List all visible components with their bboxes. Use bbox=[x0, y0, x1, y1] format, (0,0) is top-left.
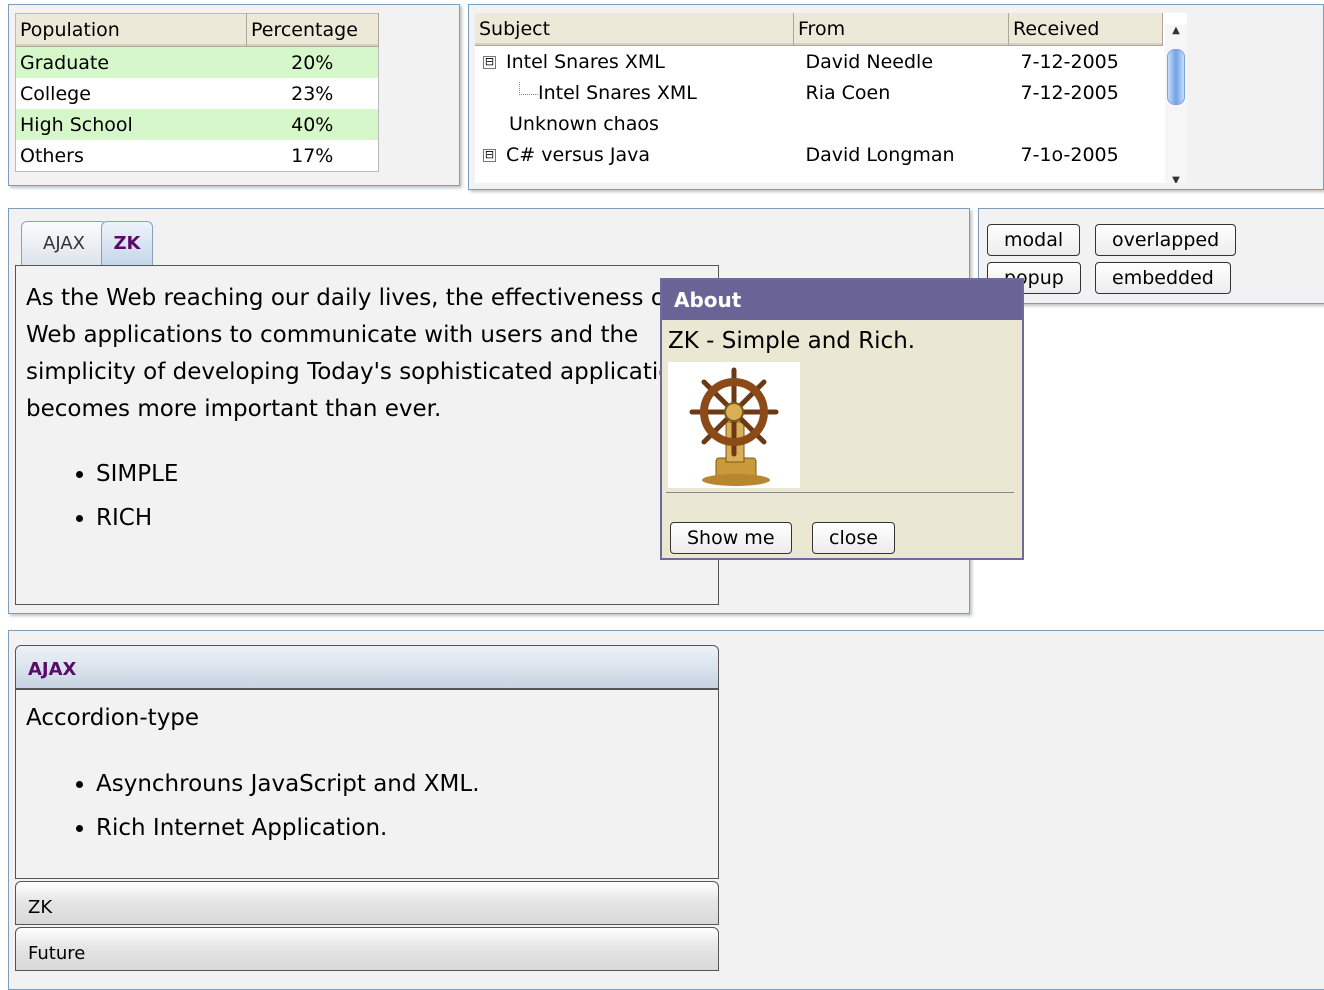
subject-cell: Intel Snares XML bbox=[506, 50, 665, 73]
population-panel: Population Percentage Graduate 20% Colle… bbox=[8, 4, 460, 186]
received-cell bbox=[1009, 108, 1163, 139]
population-grid: Population Percentage Graduate 20% Colle… bbox=[15, 13, 379, 172]
tab-ajax[interactable]: AJAX bbox=[21, 221, 107, 265]
accordion-heading: Accordion-type bbox=[26, 705, 200, 731]
scroll-down-icon[interactable]: ▼ bbox=[1169, 175, 1183, 183]
column-header[interactable]: Population bbox=[15, 13, 247, 47]
mail-tree-panel: Subject From Received ⊟ Intel Snares XML … bbox=[468, 4, 1324, 190]
table-row[interactable]: College 23% bbox=[16, 78, 379, 109]
percentage-cell: 40% bbox=[246, 109, 379, 140]
column-header[interactable]: Subject bbox=[475, 13, 794, 46]
window-mode-panel: modal overlapped popup embedded bbox=[978, 208, 1324, 304]
population-cell: College bbox=[20, 82, 91, 105]
table-row[interactable]: High School 40% bbox=[15, 109, 379, 140]
mail-tree: Subject From Received ⊟ Intel Snares XML … bbox=[475, 13, 1187, 183]
accordion-content: Accordion-type Asynchrouns JavaScript an… bbox=[15, 689, 719, 879]
tree-header-row: Subject From Received bbox=[475, 13, 1163, 46]
from-cell: David Longman bbox=[805, 143, 955, 166]
table-row[interactable]: Others 17% bbox=[16, 140, 379, 172]
scroll-thumb[interactable] bbox=[1167, 49, 1185, 105]
from-cell bbox=[794, 108, 1009, 139]
population-cell: Graduate bbox=[15, 46, 247, 78]
window-title[interactable]: About bbox=[662, 280, 1022, 320]
show-me-button[interactable]: Show me bbox=[670, 522, 792, 554]
tab-content: As the Web reaching our daily lives, the… bbox=[15, 265, 719, 605]
from-cell: David Needle bbox=[805, 50, 934, 73]
received-cell: 7-1o-2005 bbox=[1020, 143, 1119, 166]
accordion-panel: AJAX Accordion-type Asynchrouns JavaScri… bbox=[8, 630, 1324, 990]
subject-cell: Unknown chaos bbox=[509, 112, 659, 135]
scroll-up-icon[interactable]: ▲ bbox=[1169, 25, 1183, 39]
population-cell: High School bbox=[15, 109, 247, 140]
column-header[interactable]: Percentage bbox=[246, 13, 379, 47]
about-text: ZK - Simple and Rich. bbox=[668, 328, 916, 354]
vertical-scrollbar[interactable]: ▲ ▼ bbox=[1165, 25, 1187, 183]
tab-paragraph: As the Web reaching our daily lives, the… bbox=[26, 285, 699, 422]
tree-row[interactable]: ⊟ Intel Snares XML David Needle 7-12-2005 bbox=[475, 46, 1163, 78]
embedded-button[interactable]: embedded bbox=[1095, 262, 1231, 294]
overlapped-button[interactable]: overlapped bbox=[1095, 224, 1237, 256]
received-cell: 7-12-2005 bbox=[1020, 81, 1119, 104]
column-header[interactable]: From bbox=[793, 13, 1009, 46]
tree-row[interactable]: Intel Snares XML Ria Coen 7-12-2005 bbox=[475, 77, 1163, 108]
modal-button[interactable]: modal bbox=[987, 224, 1081, 256]
subject-cell: Intel Snares XML bbox=[538, 81, 697, 104]
column-header[interactable]: Received bbox=[1008, 13, 1163, 46]
population-cell: Others bbox=[20, 144, 84, 167]
accordion-bullet-list: Asynchrouns JavaScript and XML. Rich Int… bbox=[26, 762, 708, 850]
from-cell: Ria Coen bbox=[805, 81, 891, 104]
list-item: Asynchrouns JavaScript and XML. bbox=[96, 762, 708, 806]
collapse-toggle-icon[interactable]: ⊟ bbox=[483, 55, 496, 69]
tree-line-icon bbox=[519, 81, 538, 95]
list-item: Rich Internet Application. bbox=[96, 806, 708, 850]
percentage-cell: 17% bbox=[291, 144, 334, 167]
grid-header-row: Population Percentage bbox=[15, 13, 379, 47]
tab-bullet-list: SIMPLE RICH bbox=[26, 452, 708, 540]
accordion-header-zk[interactable]: ZK bbox=[15, 881, 719, 925]
collapse-toggle-icon[interactable]: ⊟ bbox=[483, 148, 496, 162]
list-item: SIMPLE bbox=[96, 452, 708, 496]
about-window[interactable]: About ZK - Simple and Rich. Show me clos… bbox=[660, 278, 1024, 560]
accordion-header-future[interactable]: Future bbox=[15, 927, 719, 971]
ship-wheel-image bbox=[668, 362, 800, 488]
close-button[interactable]: close bbox=[812, 522, 895, 554]
list-item: RICH bbox=[96, 496, 708, 540]
accordion-header-ajax[interactable]: AJAX bbox=[15, 645, 719, 689]
divider bbox=[666, 492, 1014, 493]
table-row[interactable]: Graduate 20% bbox=[15, 46, 379, 78]
received-cell: 7-12-2005 bbox=[1020, 50, 1119, 73]
subject-cell: C# versus Java bbox=[506, 143, 650, 166]
tree-row[interactable]: Unknown chaos bbox=[475, 108, 1163, 139]
percentage-cell: 23% bbox=[291, 82, 334, 105]
tab-zk[interactable]: ZK bbox=[101, 221, 153, 265]
percentage-cell: 20% bbox=[246, 46, 379, 78]
tree-row[interactable]: ⊟ C# versus Java David Longman 7-1o-2005 bbox=[475, 139, 1163, 170]
